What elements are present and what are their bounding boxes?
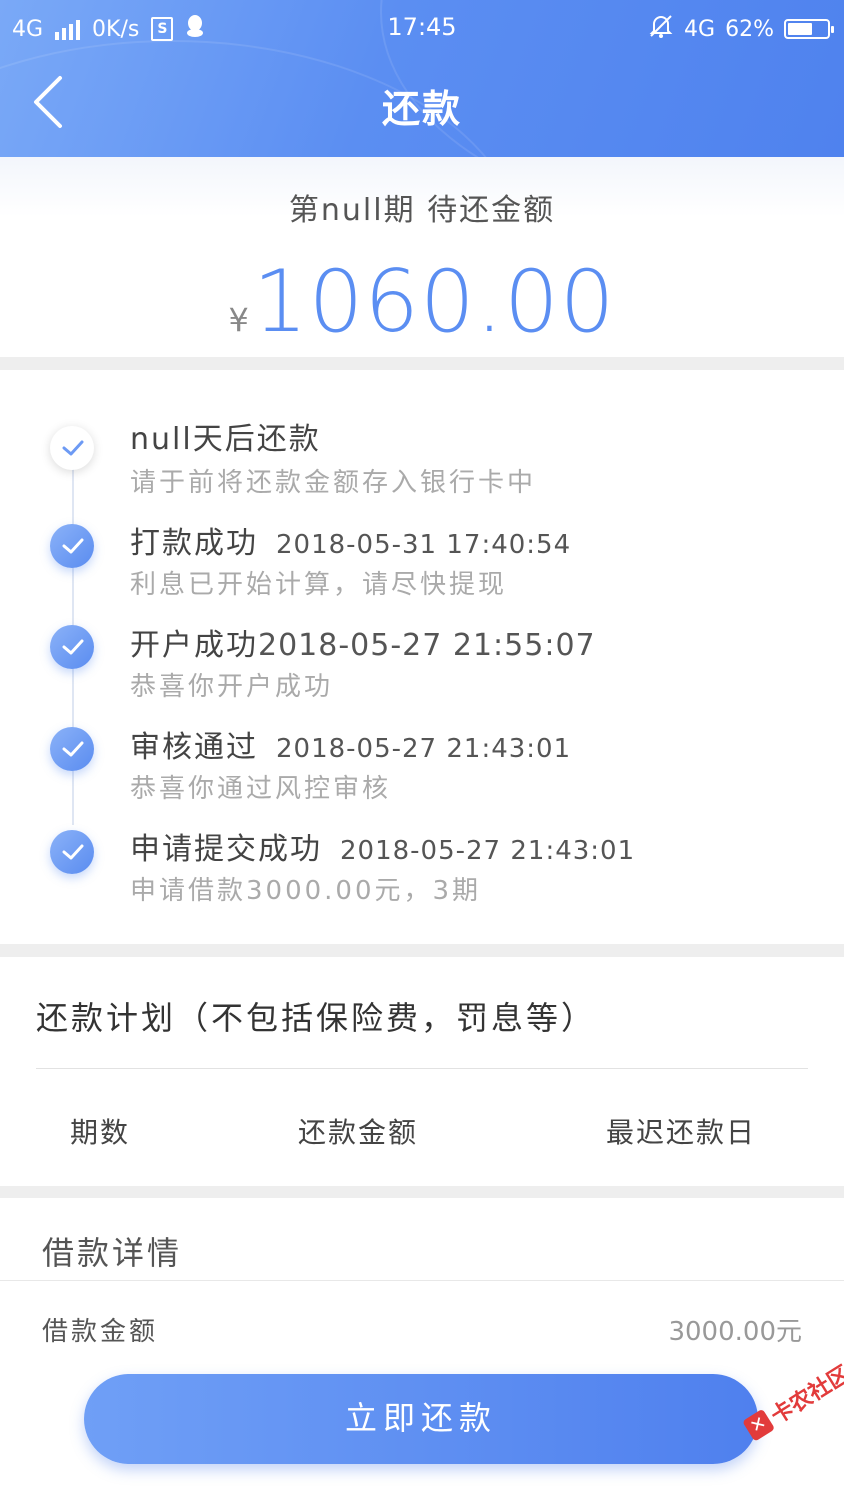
battery-icon xyxy=(784,19,834,39)
step-title: 打款成功 2018-05-31 17:40:54 xyxy=(130,526,572,561)
timeline-step: 审核通过 2018-05-27 21:43:01 恭喜你通过风控审核 xyxy=(0,722,844,812)
battery-percent: 62% xyxy=(725,16,774,42)
step-subtitle: 恭喜你开户成功 xyxy=(130,672,334,702)
timeline-step: null天后还款 请于前将还款金额存入银行卡中 xyxy=(0,414,844,504)
pay-now-button[interactable]: 立即还款 xyxy=(84,1374,758,1464)
step-title: 审核通过 2018-05-27 21:43:01 xyxy=(130,730,572,765)
amount-value: 1060.00 xyxy=(252,252,616,352)
section-divider xyxy=(0,944,844,957)
check-icon xyxy=(50,625,94,669)
step-time: 2018-05-31 17:40:54 xyxy=(276,530,572,560)
pending-check-icon xyxy=(50,426,94,470)
network-type-right: 4G xyxy=(684,16,716,42)
step-title: null天后还款 xyxy=(130,422,321,457)
timeline-step: 开户成功2018-05-27 21:55:07 恭喜你开户成功 xyxy=(0,620,844,710)
step-time: 2018-05-27 21:43:01 xyxy=(340,836,636,866)
step-subtitle: 请于前将还款金额存入银行卡中 xyxy=(130,468,537,498)
status-bar: 4G 0K/s S 17:45 4G 62% xyxy=(0,0,844,56)
loan-amount-value: 3000.00元 xyxy=(668,1317,802,1347)
check-icon xyxy=(50,727,94,771)
page-title: 还款 xyxy=(381,87,462,131)
check-icon xyxy=(50,830,94,874)
currency-symbol: ¥ xyxy=(228,301,249,339)
app-header: 4G 0K/s S 17:45 4G 62% 还款 xyxy=(0,0,844,157)
timeline-step: 打款成功 2018-05-31 17:40:54 利息已开始计算，请尽快提现 xyxy=(0,518,844,608)
step-subtitle: 利息已开始计算，请尽快提现 xyxy=(130,570,508,600)
loan-detail-title: 借款详情 xyxy=(42,1234,183,1272)
plan-column-due-date: 最迟还款日 xyxy=(606,1116,757,1149)
timeline-step: 申请提交成功 2018-05-27 21:43:01 申请借款3000.00元，3… xyxy=(0,824,844,914)
watermark-text: 卡农社区 xyxy=(766,1361,844,1430)
step-title: 开户成功2018-05-27 21:55:07 xyxy=(130,628,596,663)
section-divider xyxy=(0,357,844,370)
period-label: 第null期 待还金额 xyxy=(288,193,556,228)
step-time: 2018-05-27 21:55:07 xyxy=(258,628,596,663)
step-title: 申请提交成功 2018-05-27 21:43:01 xyxy=(130,832,636,867)
mute-bell-icon xyxy=(648,13,674,45)
community-watermark: ✕ 卡农社区 xyxy=(740,1357,844,1446)
plan-column-period: 期数 xyxy=(70,1116,131,1149)
section-divider xyxy=(0,1186,844,1198)
plan-divider xyxy=(36,1068,808,1069)
detail-divider xyxy=(0,1280,844,1281)
step-subtitle: 申请借款3000.00元，3期 xyxy=(130,876,482,906)
step-time: 2018-05-27 21:43:01 xyxy=(276,734,572,764)
check-icon xyxy=(50,524,94,568)
step-subtitle: 恭喜你通过风控审核 xyxy=(130,774,392,804)
repayment-plan-title: 还款计划（不包括保险费，罚息等） xyxy=(36,999,597,1037)
loan-amount-label: 借款金额 xyxy=(42,1317,159,1347)
plan-column-amount: 还款金额 xyxy=(298,1116,419,1149)
amount-summary: 第null期 待还金额 ¥1060.00 xyxy=(0,157,844,357)
due-amount: ¥1060.00 xyxy=(0,252,844,352)
status-timeline: null天后还款 请于前将还款金额存入银行卡中 打款成功 2018-05-31 1… xyxy=(0,370,844,945)
